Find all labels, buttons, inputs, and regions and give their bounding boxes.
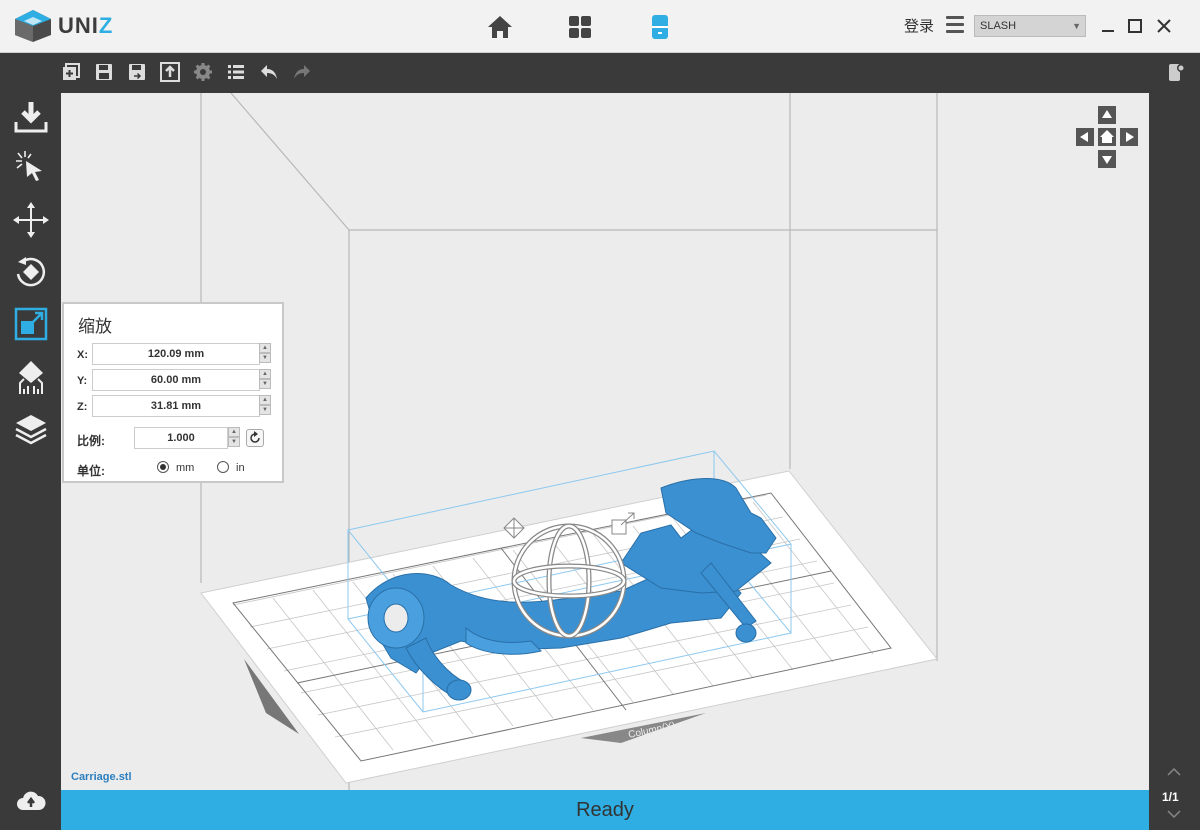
reset-scale-button[interactable] — [246, 429, 264, 447]
y-label: Y: — [77, 375, 88, 387]
unit-mm-radio[interactable] — [157, 461, 169, 473]
settings-gear-icon[interactable] — [193, 62, 213, 82]
unit-label: 单位: — [77, 464, 105, 478]
panel-title: 缩放 — [78, 317, 112, 336]
layers-icon[interactable] — [12, 411, 50, 449]
page-up-icon[interactable] — [1167, 766, 1181, 776]
close-icon[interactable] — [1154, 16, 1174, 36]
z-size-input[interactable]: 31.81 mm — [92, 395, 260, 417]
y-size-spinner[interactable]: ▲ ▼ — [259, 369, 271, 391]
page-indicator: 1/1 — [1162, 790, 1179, 804]
move-arrows-icon[interactable] — [12, 201, 50, 239]
home-tab-icon[interactable] — [485, 12, 515, 42]
scale-panel: 缩放 X: 120.09 mm ▲ ▼ Y: 60.00 mm ▲ ▼ Z: 31.… — [62, 302, 284, 483]
unit-in-radio[interactable] — [217, 461, 229, 473]
page-down-icon[interactable] — [1167, 810, 1181, 820]
x-label: X: — [77, 349, 88, 361]
save-icon[interactable] — [94, 62, 114, 82]
minimize-icon[interactable] — [1098, 16, 1118, 36]
printer-tab-icon[interactable] — [645, 12, 675, 42]
ratio-label: 比例: — [77, 434, 105, 448]
scale-icon[interactable] — [12, 305, 50, 343]
left-tool-sidebar — [0, 93, 61, 830]
logo-text: UNIZ — [58, 13, 114, 38]
x-size-input[interactable]: 120.09 mm — [92, 343, 260, 365]
rotate-icon[interactable] — [12, 253, 50, 291]
cloud-upload-icon[interactable] — [16, 786, 46, 816]
list-icon[interactable] — [226, 62, 246, 82]
select-cursor-icon[interactable] — [12, 149, 50, 187]
uniz-logo: UNIZ — [12, 8, 113, 44]
z-label: Z: — [77, 401, 88, 413]
logo-cube-icon — [15, 10, 51, 42]
new-project-icon[interactable] — [61, 62, 81, 82]
undo-icon[interactable] — [259, 62, 279, 82]
chevron-down-icon: ▼ — [1072, 21, 1081, 31]
unit-mm-label: mm — [176, 462, 195, 474]
reset-icon — [250, 431, 260, 443]
ratio-spinner[interactable]: ▲ ▼ — [228, 427, 240, 449]
toolbar — [0, 53, 1200, 93]
ratio-input[interactable]: 1.000 — [134, 427, 228, 449]
support-structure-icon[interactable] — [12, 359, 50, 397]
device-info-icon[interactable] — [1166, 62, 1186, 82]
x-size-spinner[interactable]: ▲ ▼ — [259, 343, 271, 365]
title-bar: UNIZ 登录 SLASH ▼ — [0, 0, 1200, 53]
axis-label-column-y: Column(Y) — [627, 720, 676, 741]
unit-in-label: in — [236, 462, 245, 474]
y-size-input[interactable]: 60.00 mm — [92, 369, 260, 391]
z-size-spinner[interactable]: ▲ ▼ — [259, 395, 271, 417]
menu-icon[interactable] — [946, 16, 964, 34]
export-icon[interactable] — [160, 62, 180, 82]
import-download-icon[interactable] — [12, 98, 50, 136]
save-as-icon[interactable] — [127, 62, 147, 82]
printer-select-value: SLASH — [980, 20, 1017, 32]
model-filename[interactable]: Carriage.stl — [71, 771, 132, 783]
login-link[interactable]: 登录 — [904, 15, 934, 36]
maximize-icon[interactable] — [1125, 16, 1145, 36]
printer-select[interactable]: SLASH ▼ — [974, 15, 1086, 37]
status-bar: Ready — [61, 790, 1149, 830]
view-navigator[interactable] — [1076, 106, 1138, 168]
redo-icon[interactable] — [292, 62, 312, 82]
right-bar — [1149, 93, 1200, 830]
grid-tab-icon[interactable] — [565, 12, 595, 42]
